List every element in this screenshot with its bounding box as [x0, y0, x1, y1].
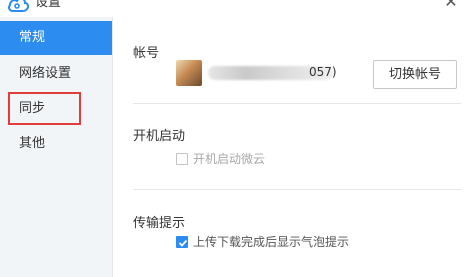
transfer-checkbox[interactable]: [176, 236, 188, 248]
sidebar-item-general[interactable]: 常规: [0, 21, 112, 55]
startup-checkbox[interactable]: [176, 153, 188, 165]
settings-window: 设置 ✕ 常规 网络设置 同步 其他 帐号 057) 切换帐号 开机启动 开机启…: [0, 0, 468, 277]
sidebar-item-other[interactable]: 其他: [0, 127, 112, 161]
switch-account-button[interactable]: 切换帐号: [373, 60, 457, 89]
account-section-title: 帐号: [133, 46, 160, 61]
divider: [133, 189, 461, 190]
sidebar-item-network[interactable]: 网络设置: [0, 57, 112, 91]
settings-content: 帐号 057) 切换帐号 开机启动 开机启动微云 传输提示 上传下载完成后显示气…: [113, 17, 468, 277]
startup-checkbox-row[interactable]: 开机启动微云: [176, 151, 356, 167]
sidebar: 常规 网络设置 同步 其他: [0, 17, 113, 277]
window-title: 设置: [35, 0, 62, 10]
startup-checkbox-label: 开机启动微云: [193, 152, 266, 166]
account-name-suffix: 057): [309, 65, 337, 79]
cloud-icon: [8, 0, 29, 12]
divider: [133, 103, 461, 104]
close-icon[interactable]: ✕: [442, 0, 460, 11]
transfer-section-title: 传输提示: [133, 216, 186, 231]
startup-section-title: 开机启动: [133, 129, 186, 144]
check-icon: [178, 239, 188, 247]
avatar: [176, 60, 202, 86]
transfer-checkbox-row[interactable]: 上传下载完成后显示气泡提示: [176, 234, 416, 250]
title-bar: 设置 ✕: [0, 0, 468, 17]
sync-highlight-box: [8, 92, 81, 125]
transfer-checkbox-label: 上传下载完成后显示气泡提示: [193, 235, 350, 249]
